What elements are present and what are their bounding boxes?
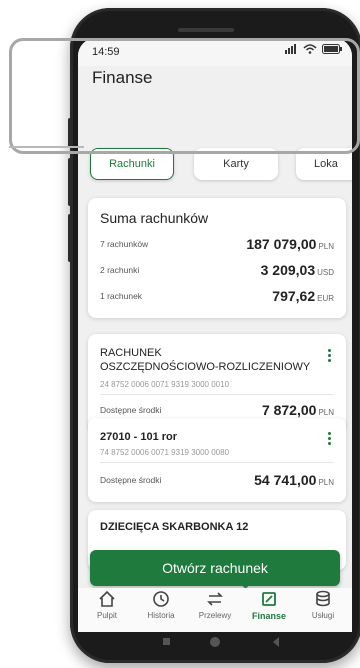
history-icon xyxy=(153,591,169,607)
services-icon xyxy=(316,590,330,607)
volume-button-2 xyxy=(68,158,72,206)
nav-item-historia[interactable]: Historia xyxy=(134,590,188,630)
summary-row-amount: 3 209,03 USD xyxy=(260,262,334,278)
divider xyxy=(100,462,334,463)
summary-row-label: 7 rachunków xyxy=(100,239,149,249)
summary-row: 2 rachunki 3 209,03 USD xyxy=(100,261,334,279)
home-icon xyxy=(99,590,115,607)
summary-row-amount: 797,62 EUR xyxy=(272,288,334,304)
available-label: Dostępne środki xyxy=(100,405,162,415)
speaker xyxy=(178,28,234,32)
back-icon xyxy=(273,637,279,647)
account-card[interactable]: 27010 - 101 ror 74 8752 0006 0071 9319 3… xyxy=(88,418,346,502)
summary-title: Suma rachunków xyxy=(100,210,209,226)
highlight-frame xyxy=(9,38,360,154)
account-name: 27010 - 101 ror xyxy=(100,431,178,443)
nav-item-finanse[interactable]: Finanse xyxy=(242,590,296,630)
summary-row: 1 rachunek 797,62 EUR xyxy=(100,287,334,305)
divider xyxy=(100,394,334,395)
summary-row-label: 2 rachunki xyxy=(100,265,140,275)
finance-icon xyxy=(262,592,276,606)
nav-item-uslugi[interactable]: Usługi xyxy=(296,590,350,630)
summary-row: 7 rachunków 187 079,00 PLN xyxy=(100,235,334,253)
summary-row-amount: 187 079,00 PLN xyxy=(246,236,334,252)
available-amount: 7 872,00 PLN xyxy=(261,402,334,418)
account-name: DZIECIĘCA SKARBONKA 12 xyxy=(100,521,249,533)
available-label: Dostępne środki xyxy=(100,475,162,485)
recents-icon xyxy=(163,638,170,645)
power-button xyxy=(68,214,72,262)
account-name: RACHUNEK OSZCZĘDNOŚCIOWO-ROZLICZENIOWY xyxy=(100,347,311,373)
system-nav-icons xyxy=(163,637,279,647)
open-account-button[interactable]: Otwórz rachunek xyxy=(90,550,340,586)
nav-item-pulpit[interactable]: Pulpit xyxy=(80,590,134,630)
nav-label: Przelewy xyxy=(198,611,232,620)
transfer-icon xyxy=(207,592,223,606)
more-options-icon[interactable] xyxy=(328,349,332,362)
nav-label: Finanse xyxy=(251,611,286,621)
account-number: 74 8752 0006 0071 9319 3000 0080 xyxy=(100,448,230,457)
nav-label: Historia xyxy=(147,611,175,620)
system-nav-bar xyxy=(78,632,352,652)
nav-label: Usługi xyxy=(311,611,335,620)
bottom-nav: Pulpit Historia Przelewy Finanse Usługi xyxy=(78,588,352,632)
account-number: 24 8752 0006 0071 9319 3000 0010 xyxy=(100,380,230,389)
summary-row-label: 1 rachunek xyxy=(100,291,143,301)
highlight-line xyxy=(9,146,84,148)
more-options-icon[interactable] xyxy=(328,432,332,445)
home-button-icon xyxy=(210,637,220,647)
nav-item-przelewy[interactable]: Przelewy xyxy=(188,590,242,630)
summary-card: Suma rachunków 7 rachunków 187 079,00 PLN… xyxy=(88,198,346,318)
nav-label: Pulpit xyxy=(96,611,117,620)
available-amount: 54 741,00 PLN xyxy=(254,472,334,488)
